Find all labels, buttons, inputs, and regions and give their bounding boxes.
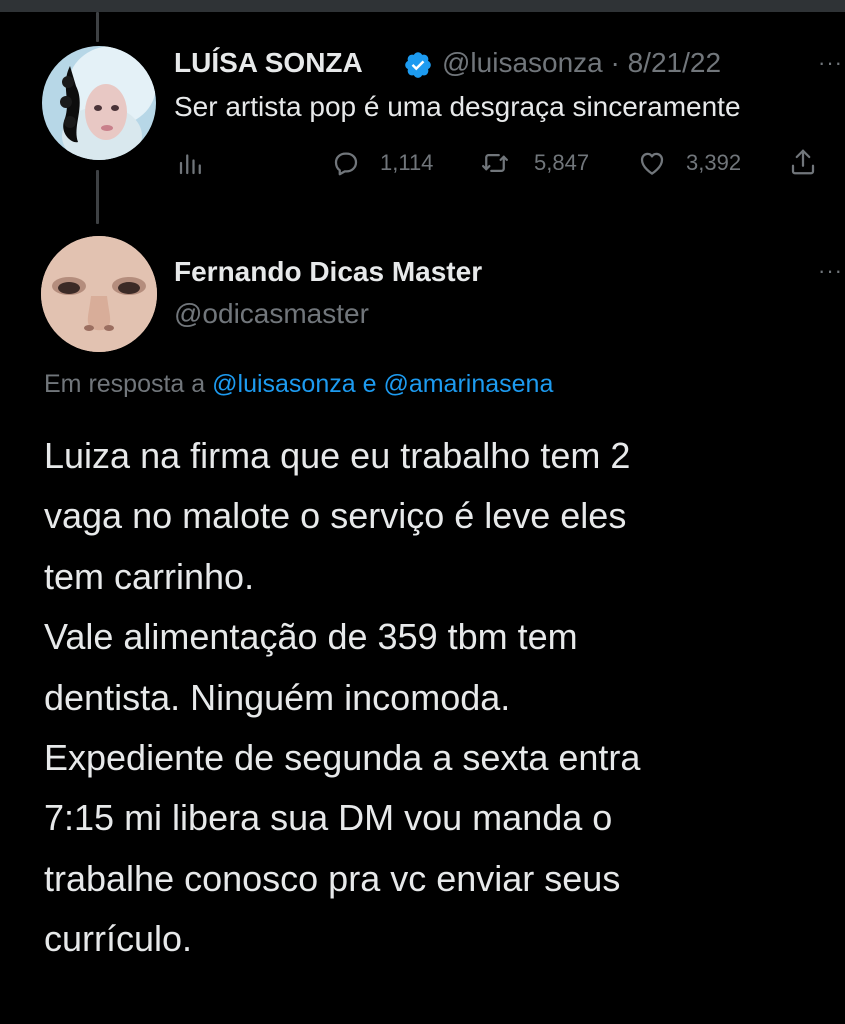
retweet-count: 5,847 (534, 150, 590, 175)
tweet2-line: Luiza na firma que eu trabalho tem 2 (44, 435, 631, 476)
like-button[interactable]: 3,392 (636, 148, 741, 178)
top-bar (0, 0, 845, 12)
tweet2-body: Luiza na firma que eu trabalho tem 2 vag… (44, 426, 834, 970)
reply-count: 1,114 (380, 150, 434, 175)
like-icon (636, 148, 668, 178)
reply-button[interactable]: 1,114 (330, 148, 433, 178)
share-button[interactable] (788, 146, 818, 178)
tweet2-line: Expediente de segunda a sexta entra (44, 737, 641, 779)
luisa-avatar[interactable] (42, 46, 156, 160)
tweet2-more-icon[interactable]: ··· (818, 258, 843, 284)
tweet2-author-name[interactable]: Fernando Dicas Master (174, 256, 482, 288)
retweet-button[interactable]: 5,847 (478, 148, 589, 178)
tweet1-more-icon[interactable]: ··· (818, 50, 843, 76)
reply-icon (330, 148, 362, 178)
fernando-avatar[interactable] (41, 236, 157, 352)
reply-joiner: e (355, 370, 384, 398)
mention-amarinasena[interactable]: @amarinasena (383, 370, 553, 398)
verified-badge-icon (403, 50, 433, 85)
reply-prefix: Em resposta a (44, 370, 213, 398)
mention-luisasonza[interactable]: @luisasonza (212, 370, 356, 398)
tweet2-line: 7:15 mi libera sua DM vou manda o (44, 797, 613, 839)
retweet-icon (478, 148, 512, 178)
tweet2-line: Vale alimentação de 359 tbm tem (44, 616, 578, 658)
tweet2-line: vaga no malote o serviço é leve eles (44, 495, 627, 537)
tweet2-line: currículo. (44, 918, 193, 960)
reply-context: Em resposta a @luisasonza e @amarinasena (44, 370, 553, 399)
tweet2-line: dentista. Ninguém incomoda. (44, 676, 511, 718)
like-count: 3,392 (686, 150, 742, 175)
tweet2-line: tem carrinho. (44, 555, 255, 597)
tweet1-handle-date[interactable]: @luisasonza · 8/21/22 (442, 47, 721, 79)
thread-line-bottom (96, 170, 99, 224)
share-icon (788, 146, 818, 178)
tweet2-line: trabalhe conosco pra vc enviar seus (44, 857, 621, 899)
analytics-icon (176, 148, 206, 178)
tweet1-text: Ser artista pop é uma desgraça sincerame… (174, 91, 741, 122)
thread-line-top (96, 12, 99, 42)
analytics-button[interactable] (176, 148, 206, 178)
tweet1-author-name[interactable]: LUÍSA SONZA (174, 47, 363, 79)
tweet2-handle[interactable]: @odicasmaster (174, 298, 369, 330)
